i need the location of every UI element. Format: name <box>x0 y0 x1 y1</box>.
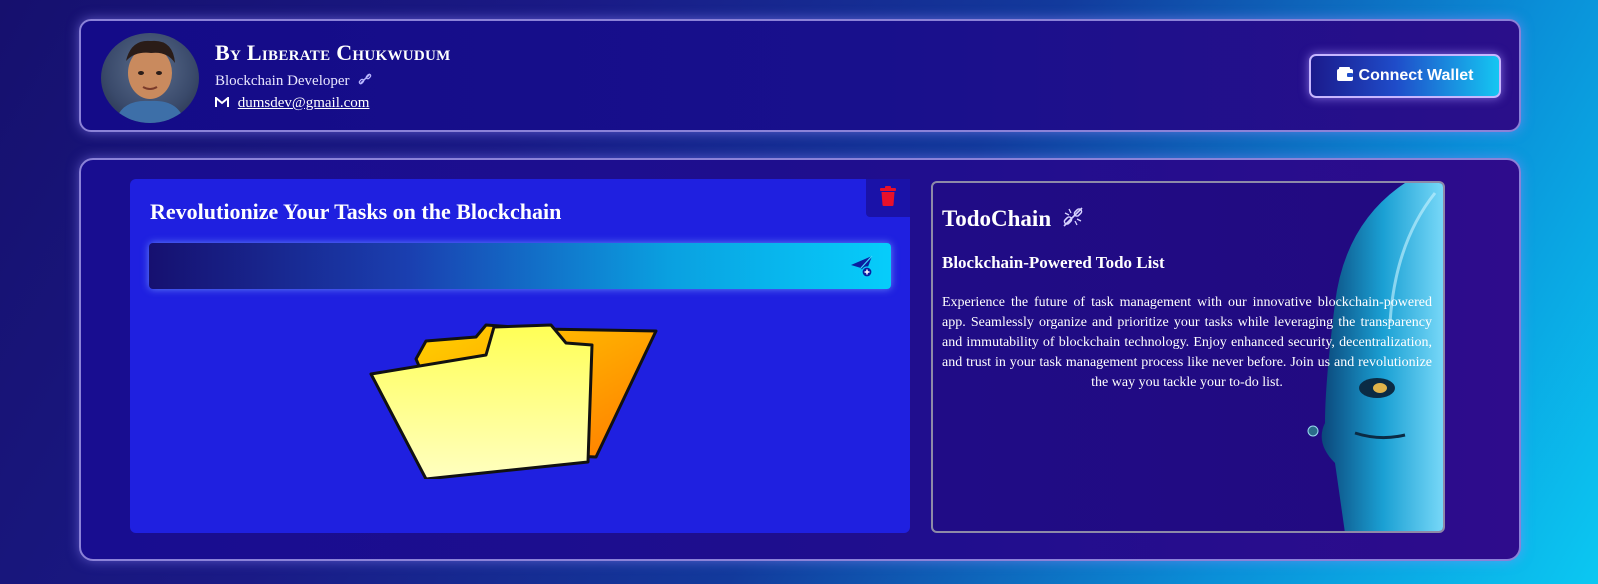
brand-name: TodoChain <box>942 206 1052 231</box>
task-panel: Revolutionize Your Tasks on the Blockcha… <box>130 179 910 533</box>
avatar-illustration <box>115 40 185 123</box>
about-panel: TodoChain Blockchain-Powered Todo List E… <box>931 181 1445 533</box>
author-role-label: Blockchain Developer <box>215 73 350 89</box>
task-input-wrapper <box>149 243 891 289</box>
main-card: Revolutionize Your Tasks on the Blockcha… <box>79 158 1521 561</box>
empty-folder-illustration <box>366 319 666 481</box>
delete-button[interactable] <box>866 179 910 217</box>
task-panel-title: Revolutionize Your Tasks on the Blockcha… <box>150 199 562 224</box>
task-input[interactable] <box>149 243 839 289</box>
chain-link-icon <box>357 71 373 92</box>
author-role: Blockchain Developer <box>215 71 373 92</box>
profile-header: By Liberate Chukwudum Blockchain Develop… <box>79 19 1521 132</box>
about-description: Experience the future of task management… <box>942 295 1432 390</box>
brand-title: TodoChain <box>942 205 1085 235</box>
wallet-icon <box>1336 66 1353 86</box>
author-email-link[interactable]: dumsdev@gmail.com <box>238 95 370 111</box>
avatar <box>101 33 199 123</box>
send-icon[interactable] <box>849 253 875 279</box>
about-subtitle: Blockchain-Powered Todo List <box>942 253 1165 272</box>
connect-wallet-label: Connect Wallet <box>1358 67 1474 84</box>
connect-wallet-button[interactable]: Connect Wallet <box>1309 54 1501 98</box>
author-email-row: dumsdev@gmail.com <box>215 95 369 113</box>
author-name: By Liberate Chukwudum <box>215 40 451 65</box>
trash-icon <box>880 185 896 211</box>
chain-link-icon <box>1061 205 1085 235</box>
gmail-icon <box>215 95 229 113</box>
